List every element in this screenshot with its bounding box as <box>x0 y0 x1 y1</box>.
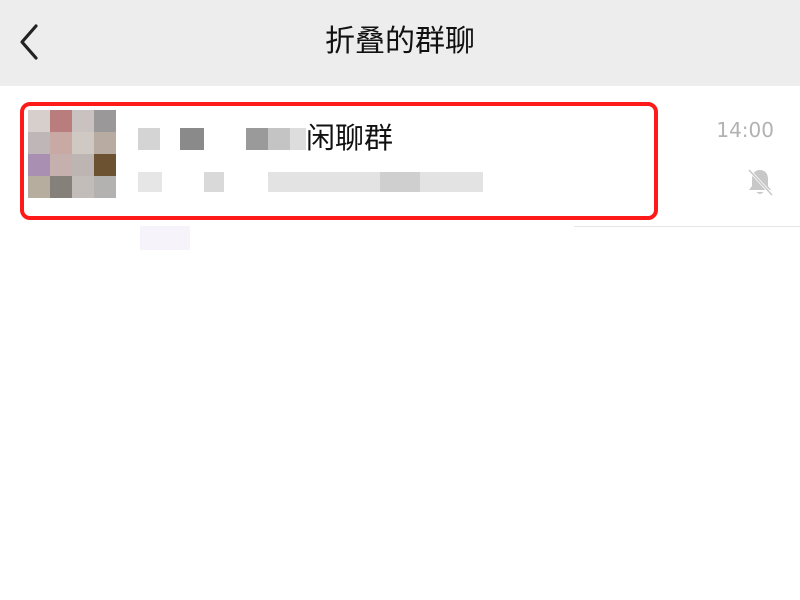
chat-list-item[interactable] <box>0 97 800 225</box>
blurred-name-part <box>246 128 268 150</box>
blurred-preview-part <box>268 172 483 192</box>
blurred-name-part <box>290 128 306 150</box>
avatar-tile <box>28 132 50 154</box>
avatar-tile <box>50 110 72 132</box>
group-avatar <box>28 110 116 198</box>
avatar-tile <box>94 132 116 154</box>
blurred-preview-part <box>204 172 224 192</box>
avatar-tile <box>72 176 94 198</box>
avatar-tile <box>28 176 50 198</box>
blurred-name-part <box>180 128 204 150</box>
avatar-tile <box>50 176 72 198</box>
blurred-name-part <box>268 128 290 150</box>
avatar-tile <box>28 110 50 132</box>
avatar-tile <box>94 110 116 132</box>
blurred-name-part <box>138 128 160 150</box>
avatar-tile <box>50 154 72 176</box>
avatar-tile <box>72 110 94 132</box>
faint-artifact <box>140 226 190 250</box>
blurred-preview-part <box>380 172 420 192</box>
avatar-tile <box>94 176 116 198</box>
avatar-tile <box>72 154 94 176</box>
top-bar: 折叠的群聊 <box>0 0 800 86</box>
avatar-tile <box>72 132 94 154</box>
chat-time: 14:00 <box>716 118 774 142</box>
list-divider <box>574 226 800 227</box>
avatar-tile <box>94 154 116 176</box>
avatar-tile <box>50 132 72 154</box>
blurred-preview-part <box>138 172 162 192</box>
bell-slash-icon <box>747 168 774 197</box>
chat-name: 闲聊群 <box>306 121 394 155</box>
page-title: 折叠的群聊 <box>325 24 475 59</box>
avatar-tile <box>28 154 50 176</box>
